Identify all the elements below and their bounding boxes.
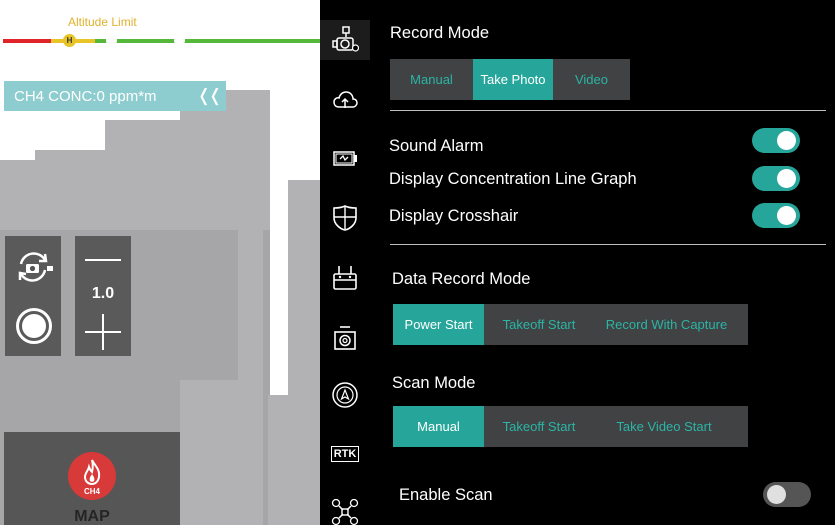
- battery-icon: [333, 151, 357, 166]
- shield-icon: [333, 205, 357, 231]
- home-altitude-marker: H: [63, 34, 76, 47]
- remote-controller-icon: [333, 266, 357, 290]
- toggle-knob: [767, 485, 786, 504]
- scan-mode-title: Scan Mode: [392, 374, 476, 392]
- altitude-slider-handle[interactable]: [174, 35, 185, 46]
- rail-item-battery[interactable]: [320, 138, 370, 178]
- ch4-flame-icon: CH4: [68, 452, 116, 500]
- scan-mode-selector: Manual Takeoff Start Take Video Start: [393, 406, 748, 447]
- enable-scan-label: Enable Scan: [399, 486, 493, 504]
- section-divider: [390, 244, 826, 245]
- altitude-track: [3, 39, 320, 43]
- camera-view: Altitude Limit H CH4 CONC:0 ppm*m ❬❬ 1.0…: [0, 0, 320, 525]
- altitude-bar: Altitude Limit H: [0, 0, 320, 50]
- zoom-in-button[interactable]: [85, 314, 121, 350]
- zoom-panel: 1.0: [75, 236, 131, 356]
- zoom-out-button[interactable]: [85, 246, 121, 274]
- rtk-icon: RTK: [330, 446, 360, 462]
- record-mode-option-manual[interactable]: Manual: [390, 59, 473, 100]
- scan-mode-option-take-video-start[interactable]: Take Video Start: [594, 406, 734, 447]
- ch4-value: 0 ppm*m: [96, 87, 157, 105]
- rail-item-aircraft[interactable]: [320, 492, 370, 525]
- map-icon-text: CH4: [84, 487, 101, 496]
- scan-mode-option-manual[interactable]: Manual: [393, 406, 484, 447]
- collapse-icon[interactable]: ❬❬: [190, 86, 226, 106]
- record-mode-selector: Manual Take Photo Video: [390, 59, 630, 100]
- camera-lens-icon: [334, 326, 356, 350]
- data-record-mode-selector: Power Start Takeoff Start Record With Ca…: [393, 304, 748, 345]
- capture-panel: [5, 236, 61, 356]
- switch-camera-button[interactable]: [11, 244, 55, 288]
- data-record-mode-title: Data Record Mode: [392, 270, 531, 288]
- rail-item-cloud[interactable]: [320, 80, 370, 120]
- building: [268, 395, 288, 525]
- toggle-knob: [777, 169, 796, 188]
- camera-gimbal-icon: [332, 26, 359, 52]
- crosshair-toggle[interactable]: [752, 203, 800, 228]
- scan-mode-option-takeoff-start[interactable]: Takeoff Start: [484, 406, 594, 447]
- rail-item-safety[interactable]: [320, 198, 370, 238]
- chevron-left-icon: [20, 9, 36, 37]
- cloud-upload-icon: [333, 91, 358, 108]
- camera-switch-icon: [18, 252, 53, 282]
- record-mode-option-take-photo[interactable]: Take Photo: [473, 59, 553, 100]
- settings-category-rail: RTK: [320, 0, 370, 525]
- sound-alarm-label: Sound Alarm: [389, 137, 484, 155]
- toggle-knob: [777, 206, 796, 225]
- crosshair-label: Display Crosshair: [389, 207, 519, 225]
- ch4-concentration-readout: CH4 CONC:0 ppm*m: [14, 88, 190, 105]
- altitude-danger-segment: [3, 39, 51, 43]
- line-graph-toggle[interactable]: [752, 166, 800, 191]
- rail-item-rtk[interactable]: RTK: [320, 434, 370, 474]
- data-record-option-power-start[interactable]: Power Start: [393, 304, 484, 345]
- altitude-limit-label: Altitude Limit: [68, 15, 137, 29]
- rail-item-camera[interactable]: [320, 20, 370, 60]
- ch4-concentration-banner: CH4 CONC:0 ppm*m ❬❬: [4, 81, 226, 111]
- rail-item-gimbal[interactable]: [320, 318, 370, 358]
- record-mode-option-video[interactable]: Video: [553, 59, 630, 100]
- ch4-label: CH4 CONC: [14, 87, 93, 105]
- back-button[interactable]: [14, 8, 44, 38]
- data-record-option-takeoff-start[interactable]: Takeoff Start: [484, 304, 594, 345]
- rail-item-navigation[interactable]: [320, 375, 370, 415]
- shutter-button[interactable]: [16, 308, 52, 344]
- building: [180, 380, 250, 525]
- data-record-option-record-with-capture[interactable]: Record With Capture: [594, 304, 739, 345]
- sound-alarm-toggle[interactable]: [752, 128, 800, 153]
- toggle-knob: [777, 131, 796, 150]
- rail-item-remote[interactable]: [320, 258, 370, 298]
- settings-panel: Record Mode Manual Take Photo Video Soun…: [370, 0, 835, 525]
- zoom-level: 1.0: [91, 285, 115, 302]
- map-label: MAP: [74, 508, 110, 525]
- altitude-slider-handle[interactable]: [106, 35, 117, 46]
- line-graph-label: Display Concentration Line Graph: [389, 170, 637, 188]
- record-mode-title: Record Mode: [390, 24, 490, 42]
- map-toggle-button[interactable]: CH4 MAP: [4, 432, 180, 525]
- drone-icon: [331, 498, 359, 525]
- navigation-icon: [332, 382, 358, 408]
- section-divider: [390, 110, 826, 111]
- building: [288, 180, 320, 525]
- enable-scan-toggle[interactable]: [763, 482, 811, 507]
